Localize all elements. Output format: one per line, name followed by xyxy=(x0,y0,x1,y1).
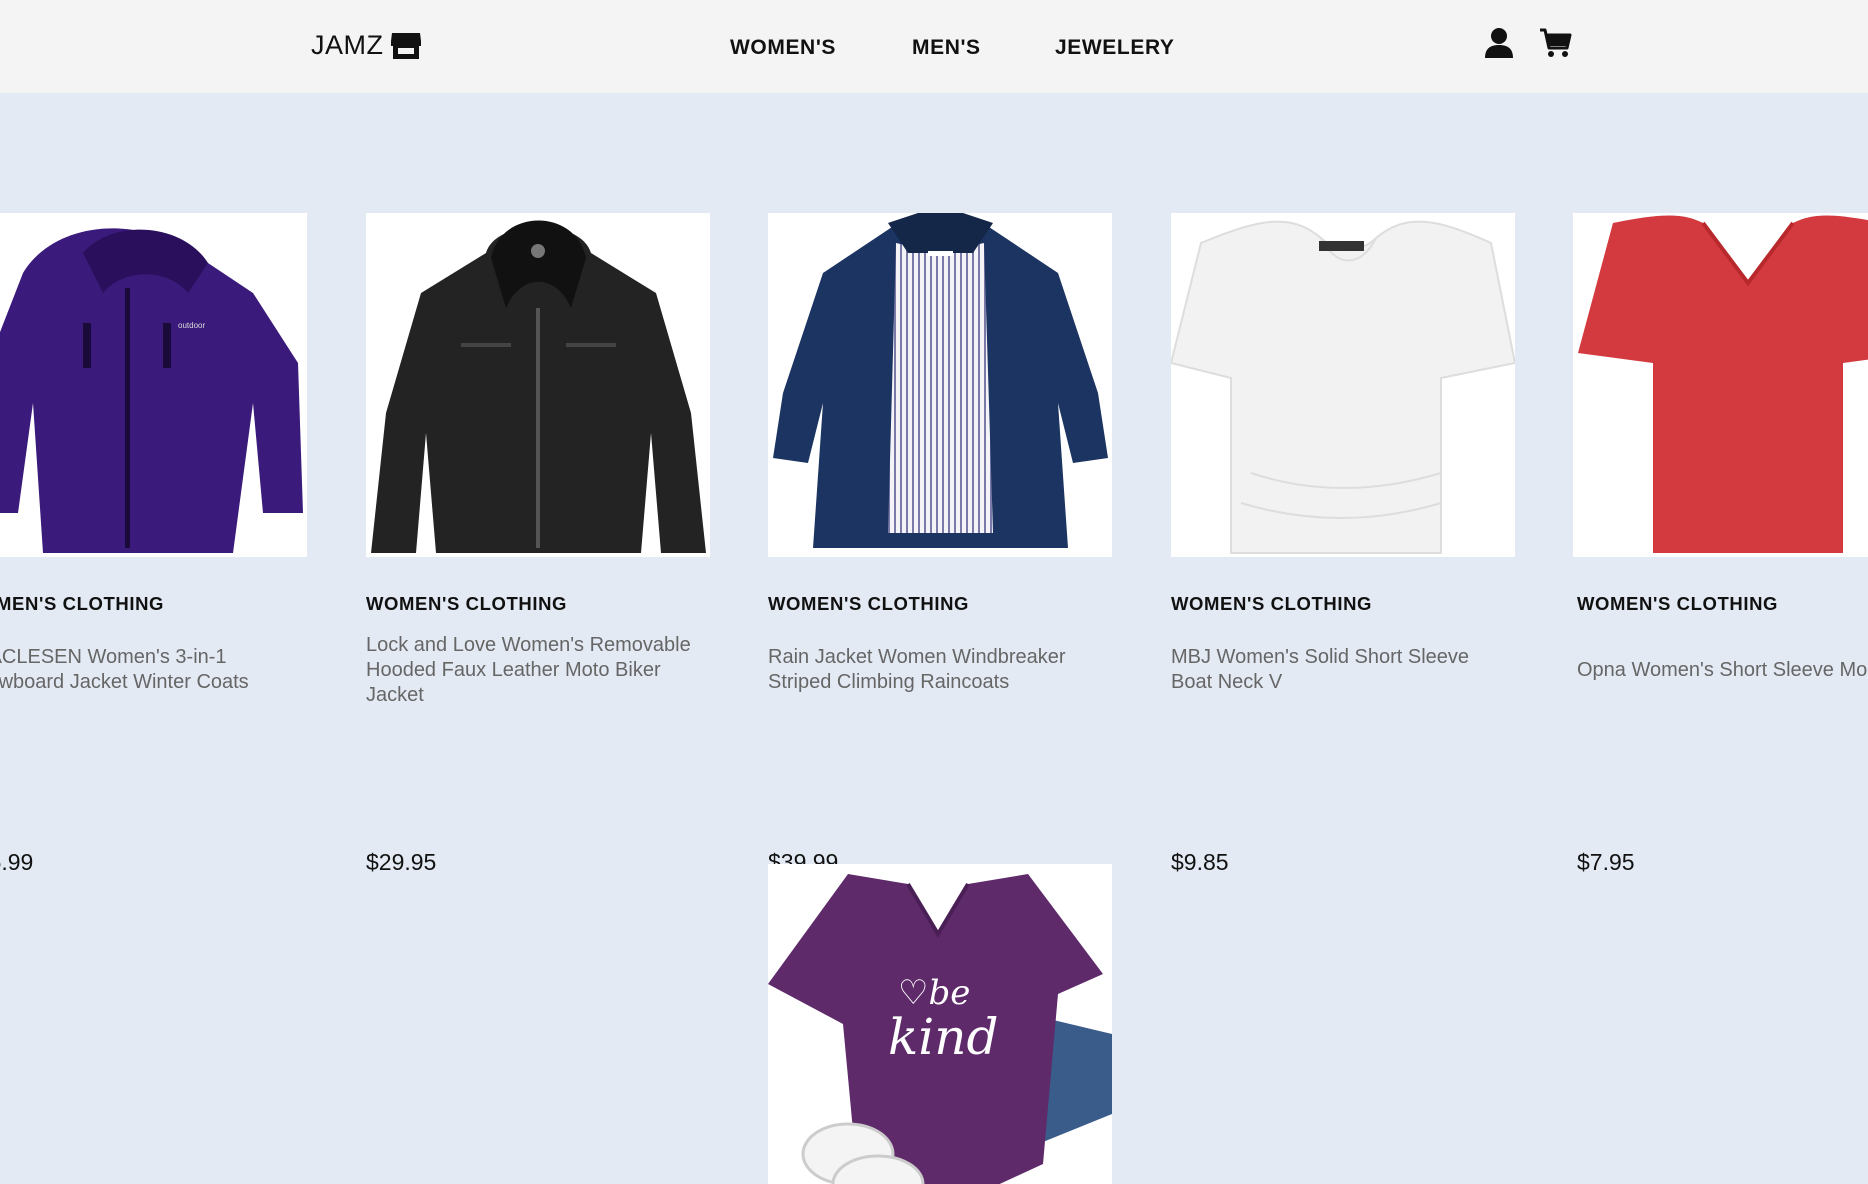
purple-snowboard-jacket-image: outdoor xyxy=(0,213,307,557)
product-image[interactable] xyxy=(366,213,710,557)
product-image[interactable] xyxy=(768,213,1112,557)
svg-text:kind: kind xyxy=(888,1008,999,1066)
product-grid: outdoor WOMEN'S CLOTHING CLACLESEN Women… xyxy=(0,93,1868,1184)
product-image[interactable] xyxy=(1171,213,1515,557)
product-price: $9.85 xyxy=(1171,849,1229,875)
nav-mens[interactable]: MEN'S xyxy=(912,36,981,60)
product-price: $29.95 xyxy=(366,849,437,875)
black-leather-jacket-image xyxy=(366,213,710,557)
product-price: $56.99 xyxy=(0,849,34,875)
cart-icon[interactable] xyxy=(1539,26,1573,60)
product-image[interactable]: outdoor xyxy=(0,213,307,557)
product-price: $7.95 xyxy=(1577,849,1635,875)
product-title[interactable]: MBJ Women's Solid Short Sleeve Boat Neck… xyxy=(1171,645,1511,695)
user-icon[interactable] xyxy=(1482,26,1516,60)
product-category: WOMEN'S CLOTHING xyxy=(366,593,568,614)
product-category: WOMEN'S CLOTHING xyxy=(768,593,970,614)
product-title[interactable]: Rain Jacket Women Windbreaker Striped Cl… xyxy=(768,645,1108,695)
product-category: WOMEN'S CLOTHING xyxy=(0,593,165,614)
product-title[interactable]: Opna Women's Short Sleeve Moisture xyxy=(1577,658,1868,683)
store-icon xyxy=(390,31,422,61)
nav-jewelery[interactable]: JEWELERY xyxy=(1055,36,1175,60)
svg-text:outdoor: outdoor xyxy=(178,321,205,330)
red-v-neck-tee-image xyxy=(1573,213,1868,557)
product-image[interactable]: ♡be kind xyxy=(768,864,1112,1184)
site-header: JAMZ WOMEN'S MEN'S JEWELERY xyxy=(0,0,1868,93)
brand-logo[interactable]: JAMZ xyxy=(311,30,422,61)
white-short-sleeve-top-image xyxy=(1171,213,1515,557)
purple-be-kind-tee-image: ♡be kind xyxy=(768,864,1112,1184)
product-title[interactable]: CLACLESEN Women's 3-in-1 Snowboard Jacke… xyxy=(0,645,303,695)
product-image[interactable] xyxy=(1573,213,1868,557)
product-category: WOMEN'S CLOTHING xyxy=(1577,593,1779,614)
product-title[interactable]: Lock and Love Women's Removable Hooded F… xyxy=(366,633,706,708)
nav-womens[interactable]: WOMEN'S xyxy=(730,36,836,60)
navy-rain-jacket-image xyxy=(768,213,1112,557)
svg-text:♡be: ♡be xyxy=(898,973,970,1013)
product-category: WOMEN'S CLOTHING xyxy=(1171,593,1373,614)
brand-name[interactable]: JAMZ xyxy=(311,30,384,61)
